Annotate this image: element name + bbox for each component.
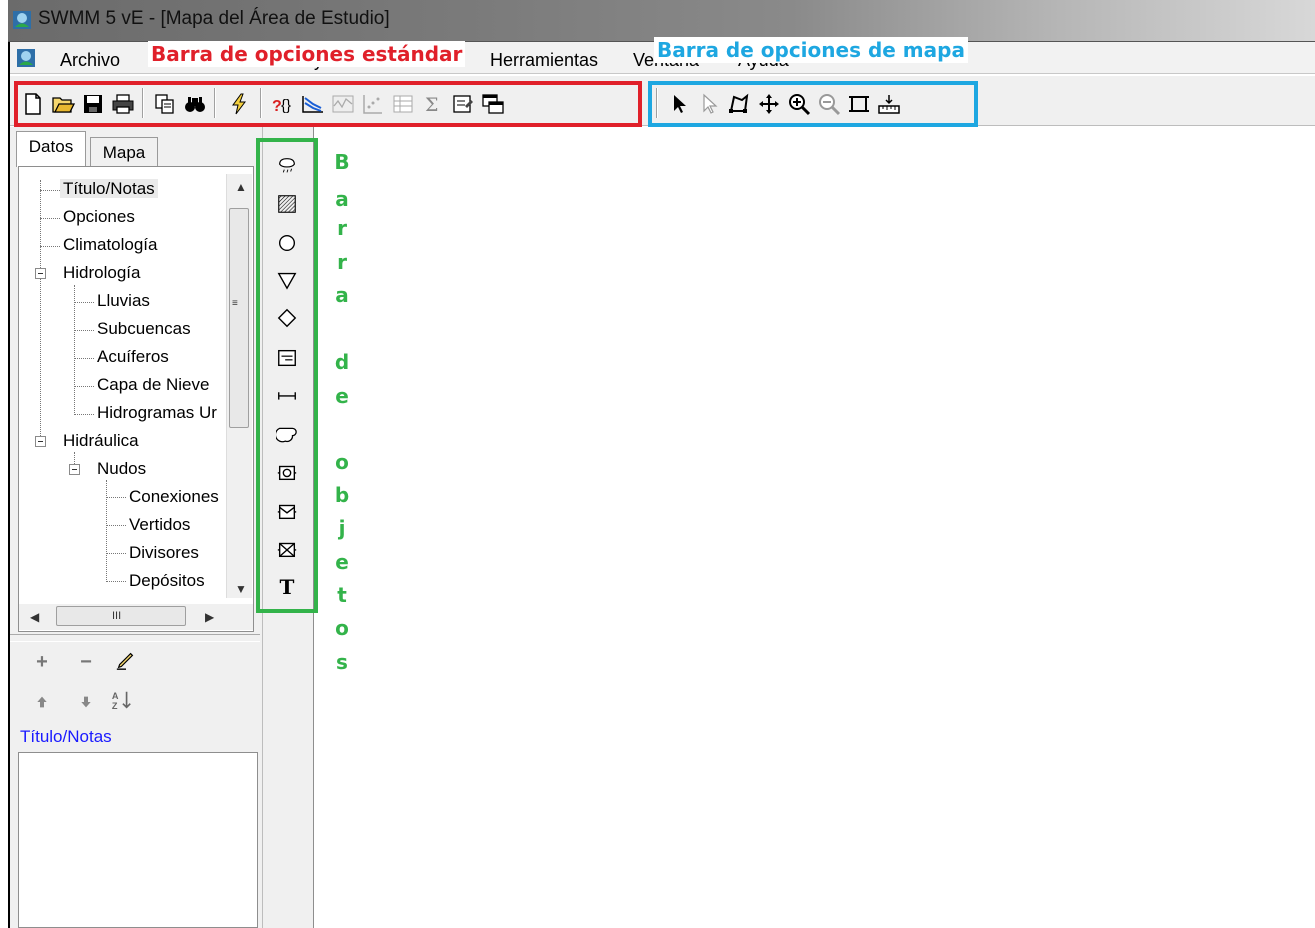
tree-line bbox=[106, 581, 126, 582]
tab-datos[interactable]: Datos bbox=[16, 131, 86, 167]
tree-item-hidraulica[interactable]: Hidráulica bbox=[60, 430, 142, 452]
tree-item-hidrologia[interactable]: Hidrología bbox=[60, 262, 144, 284]
notes-textbox[interactable] bbox=[18, 752, 258, 928]
tree-item-label: Lluvias bbox=[97, 291, 150, 310]
sort-icon[interactable]: AZ bbox=[110, 688, 134, 712]
tree-line bbox=[106, 497, 126, 498]
tree-item-label: Nudos bbox=[97, 459, 147, 478]
tree-item-label: Capa de Nieve bbox=[97, 375, 210, 394]
tree-item-lluvias[interactable]: Lluvias bbox=[94, 290, 153, 312]
grip-icon: ≡ bbox=[232, 298, 238, 309]
swmm-app-icon bbox=[13, 11, 31, 29]
tree-item-conexiones[interactable]: Conexiones bbox=[126, 486, 222, 508]
tree-line bbox=[106, 553, 126, 554]
title-bar: SWMM 5 vE - [Mapa del Área de Estudio] bbox=[8, 0, 1315, 42]
tree-item-label: Acuíferos bbox=[97, 347, 169, 366]
window-title: SWMM 5 vE - [Mapa del Área de Estudio] bbox=[38, 8, 390, 29]
collapse-hidraulica-icon[interactable] bbox=[35, 436, 46, 447]
annotation-objects-letter: a bbox=[335, 187, 349, 211]
scroll-grip-label: III bbox=[112, 610, 122, 622]
tree-item-label: Divisores bbox=[129, 543, 199, 562]
tree-line bbox=[74, 330, 94, 331]
tree-item-subcuencas[interactable]: Subcuencas bbox=[94, 318, 194, 340]
tree-line bbox=[74, 302, 94, 303]
tree-item-label: Opciones bbox=[63, 207, 135, 226]
scroll-left-icon[interactable]: ◀ bbox=[30, 610, 39, 624]
tree-item-capa-de-nieve[interactable]: Capa de Nieve bbox=[94, 374, 212, 396]
annotation-objects-letter: B bbox=[334, 150, 350, 174]
tree-item-hidrogramas[interactable]: Hidrogramas Ur bbox=[94, 402, 220, 424]
tree-line bbox=[74, 414, 94, 415]
collapse-hidrologia-icon[interactable] bbox=[35, 268, 46, 279]
annotation-objects-letter: j bbox=[338, 516, 346, 540]
map-toolbar-highlight bbox=[648, 81, 978, 127]
tree-line bbox=[74, 386, 94, 387]
collapse-nudos-icon[interactable] bbox=[69, 464, 80, 475]
tree-item-vertidos[interactable]: Vertidos bbox=[126, 514, 193, 536]
annotation-objects-letter: e bbox=[335, 550, 349, 574]
tree-item-climatologia[interactable]: Climatología bbox=[60, 234, 161, 256]
scroll-right-icon[interactable]: ▶ bbox=[205, 610, 214, 624]
scroll-up-icon[interactable]: ▲ bbox=[235, 180, 247, 194]
tree-item-label: Título/Notas bbox=[60, 179, 158, 198]
annotation-objects-letter: o bbox=[335, 450, 349, 474]
tree-item-opciones[interactable]: Opciones bbox=[60, 206, 138, 228]
annotation-standard-toolbar: Barra de opciones estándar bbox=[148, 41, 466, 67]
tree-item-depositos[interactable]: Depósitos bbox=[126, 570, 208, 592]
tree-line bbox=[74, 285, 75, 415]
tree-item-nudos[interactable]: Nudos bbox=[94, 458, 149, 480]
add-icon[interactable]: + bbox=[30, 650, 54, 674]
annotation-objects-letter: d bbox=[334, 350, 350, 374]
edit-icon[interactable] bbox=[114, 648, 138, 672]
menu-archivo[interactable]: Archivo bbox=[60, 50, 120, 71]
tree-vertical-scroll-thumb[interactable] bbox=[229, 208, 249, 428]
scroll-down-icon[interactable]: ▼ bbox=[235, 582, 247, 596]
tree-line bbox=[40, 218, 60, 219]
tree-item-label: Hidráulica bbox=[63, 431, 139, 450]
move-down-icon[interactable] bbox=[74, 690, 98, 714]
move-up-icon[interactable] bbox=[30, 690, 54, 714]
tree-item-titulo-notas[interactable]: Título/Notas bbox=[60, 178, 158, 200]
delete-icon[interactable]: − bbox=[74, 650, 98, 674]
annotation-objects-letter: b bbox=[334, 483, 350, 507]
tab-mapa[interactable]: Mapa bbox=[90, 137, 158, 167]
tree-item-label: Subcuencas bbox=[97, 319, 191, 338]
tree-line bbox=[40, 246, 60, 247]
annotation-objects-letter: t bbox=[337, 583, 347, 607]
tree-item-label: Climatología bbox=[63, 235, 158, 254]
tree-item-acuiferos[interactable]: Acuíferos bbox=[94, 346, 172, 368]
tree-line bbox=[106, 525, 126, 526]
panel-splitter[interactable] bbox=[10, 634, 260, 642]
annotation-objects-letter: e bbox=[335, 384, 349, 408]
swmm-menu-icon[interactable] bbox=[16, 48, 36, 68]
annotation-objects-letter: r bbox=[337, 250, 347, 274]
tree-item-label: Vertidos bbox=[129, 515, 191, 534]
annotation-objects-letter: o bbox=[335, 616, 349, 640]
annotation-objects-letter: r bbox=[337, 216, 347, 240]
tree-line bbox=[106, 480, 107, 580]
menu-herramientas[interactable]: Herramientas bbox=[490, 50, 598, 71]
annotation-map-toolbar: Barra de opciones de mapa bbox=[654, 37, 968, 63]
notes-label: Título/Notas bbox=[20, 727, 112, 746]
tree-item-label: Hidrología bbox=[63, 263, 141, 282]
tree-item-label: Depósitos bbox=[129, 571, 205, 590]
standard-toolbar-highlight bbox=[14, 81, 642, 127]
svg-text:Z: Z bbox=[112, 701, 118, 711]
annotation-objects-letter: a bbox=[335, 283, 349, 307]
tree-item-divisores[interactable]: Divisores bbox=[126, 542, 202, 564]
annotation-objects-letter: s bbox=[336, 650, 348, 674]
object-toolbar-highlight bbox=[256, 138, 318, 613]
tree-line bbox=[40, 190, 60, 191]
tree-line bbox=[74, 358, 94, 359]
tree-line bbox=[40, 180, 41, 440]
tree-item-label: Hidrogramas Ur bbox=[97, 403, 217, 422]
svg-text:A: A bbox=[112, 691, 119, 701]
tree-item-label: Conexiones bbox=[129, 487, 219, 506]
